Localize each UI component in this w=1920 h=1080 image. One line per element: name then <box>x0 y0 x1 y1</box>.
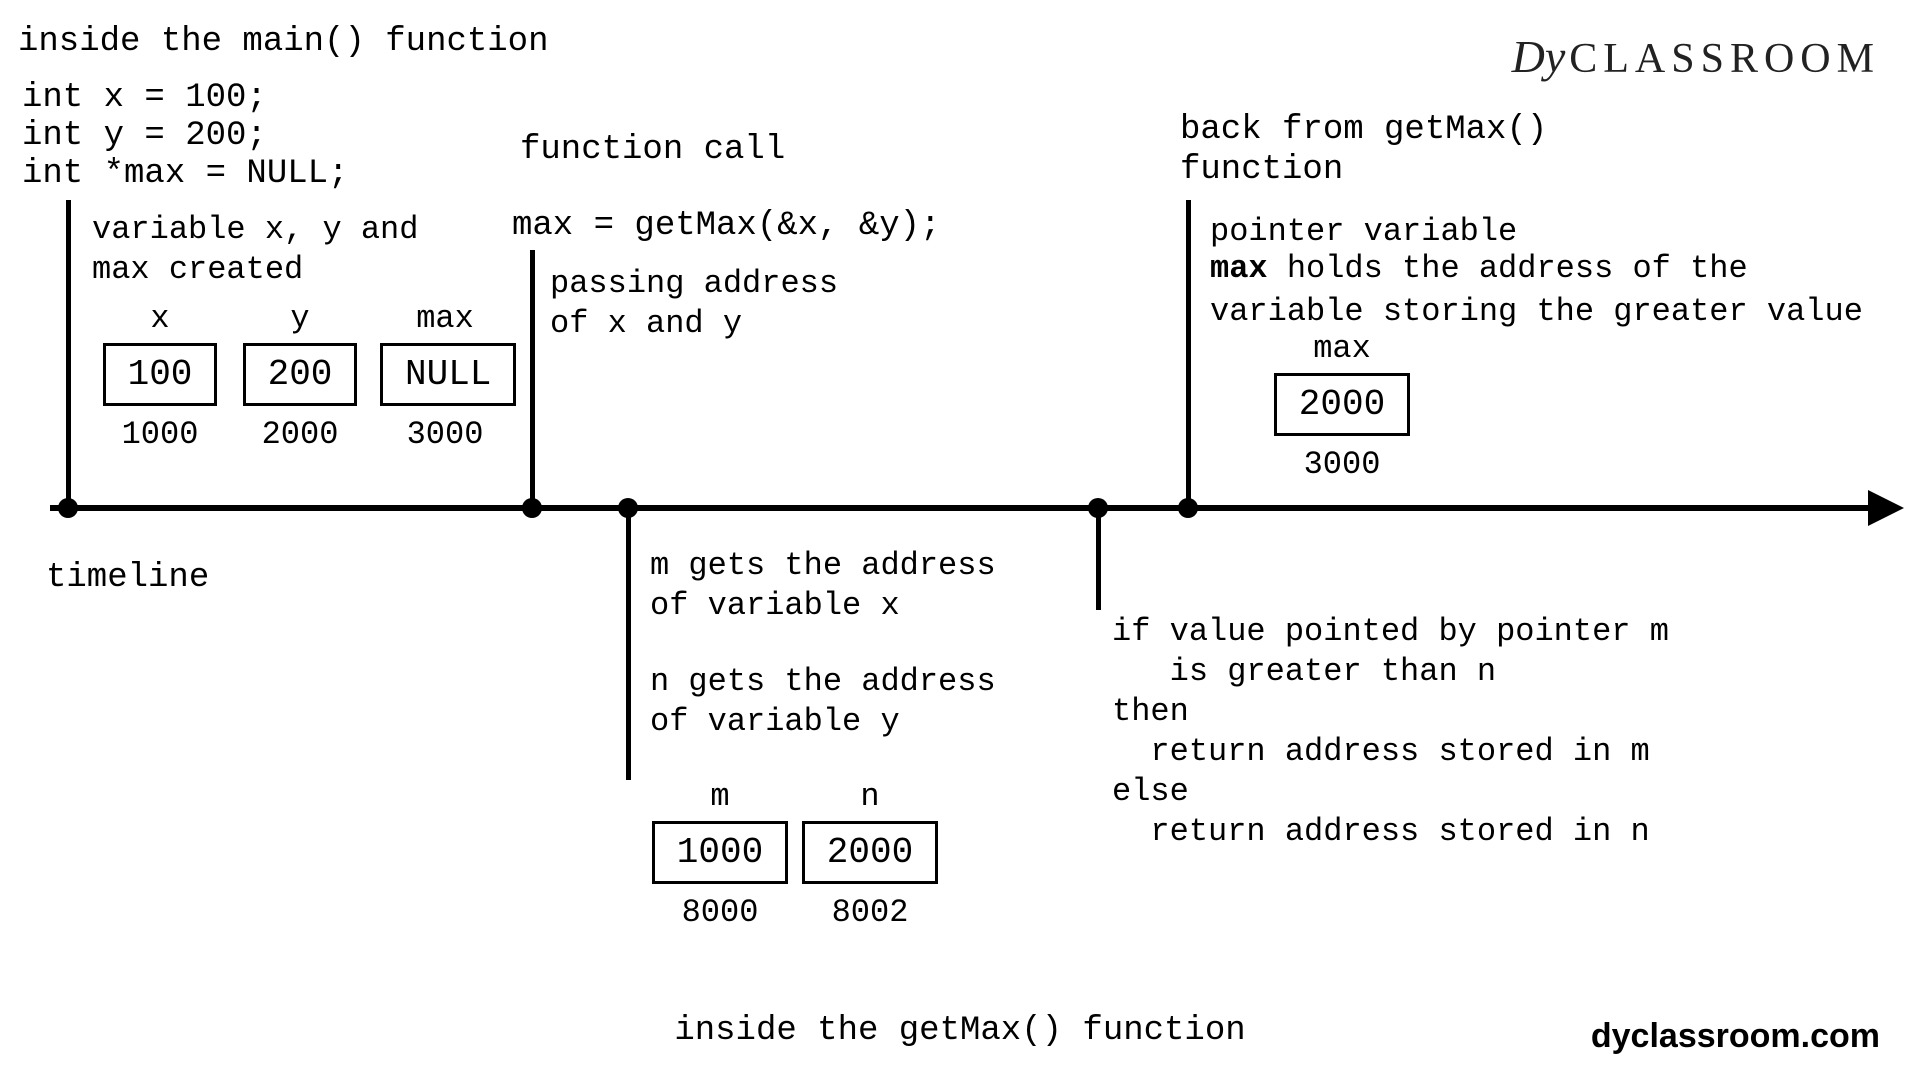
timeline-axis <box>50 505 1870 511</box>
event5-title-l2: function <box>1180 148 1343 194</box>
event3-l3: n gets the address <box>650 660 996 703</box>
event1-caption-l1: variable x, y and <box>92 208 418 251</box>
timeline-stub-4-down <box>1096 510 1101 610</box>
brand-logo: DyCLASSROOM <box>1512 30 1880 83</box>
event5-note-l2: max holds the address of the <box>1210 250 1748 287</box>
event3-l2: of variable x <box>650 584 900 627</box>
event4-l3: then <box>1112 690 1189 733</box>
var-y-addr: 2000 <box>240 416 360 453</box>
var-n: n 2000 8002 <box>800 778 940 931</box>
event2-note-l1: passing address <box>550 262 838 305</box>
var-max: max NULL 3000 <box>380 300 510 453</box>
var-max-addr: 3000 <box>380 416 510 453</box>
var-max-after: max 2000 3000 <box>1272 330 1412 483</box>
event2-title: function call <box>520 128 785 174</box>
timeline-stub-3-down <box>626 510 631 780</box>
var-max-after-addr: 3000 <box>1272 446 1412 483</box>
var-x: x 100 1000 <box>100 300 220 453</box>
event5-note-l1: pointer variable <box>1210 210 1517 253</box>
var-x-value: 100 <box>103 343 218 406</box>
brand-logo-text: CLASSROOM <box>1569 36 1880 82</box>
var-m-addr: 8000 <box>650 894 790 931</box>
timeline-label: timeline <box>46 556 209 602</box>
var-max-name: max <box>380 300 510 337</box>
var-max-value: NULL <box>380 343 516 406</box>
var-m: m 1000 8000 <box>650 778 790 931</box>
var-x-addr: 1000 <box>100 416 220 453</box>
event3-l1: m gets the address <box>650 544 996 587</box>
timeline-stub-5-up <box>1186 200 1191 506</box>
event2-call: max = getMax(&x, &y); <box>512 204 940 250</box>
timeline-arrowhead <box>1868 490 1904 526</box>
event4-l2: is greater than n <box>1112 650 1496 693</box>
var-y: y 200 2000 <box>240 300 360 453</box>
var-max-after-name: max <box>1272 330 1412 367</box>
event5-note-l2-bold: max <box>1210 250 1268 287</box>
event4-l1: if value pointed by pointer m <box>1112 610 1669 653</box>
var-m-value: 1000 <box>652 821 788 884</box>
brand-logo-script: Dy <box>1512 31 1566 82</box>
site-credit: dyclassroom.com <box>1591 1017 1880 1056</box>
timeline-stub-2-up <box>530 250 535 506</box>
code-line-3: int *max = NULL; <box>22 152 348 198</box>
var-y-value: 200 <box>243 343 358 406</box>
event4-l4: return address stored in m <box>1112 730 1650 773</box>
var-x-name: x <box>100 300 220 337</box>
var-m-name: m <box>650 778 790 815</box>
var-n-name: n <box>800 778 940 815</box>
var-n-addr: 8002 <box>800 894 940 931</box>
var-y-name: y <box>240 300 360 337</box>
event5-note-l2-rest: holds the address of the <box>1268 250 1748 287</box>
event1-caption-l2: max created <box>92 248 303 291</box>
event3-l4: of variable y <box>650 700 900 743</box>
timeline-stub-1-up <box>66 200 71 506</box>
event4-l5: else <box>1112 770 1189 813</box>
var-max-after-value: 2000 <box>1274 373 1410 436</box>
section-title-main: inside the main() function <box>18 20 549 66</box>
event5-note-l3: variable storing the greater value <box>1210 290 1863 333</box>
event5-title-l1: back from getMax() <box>1180 108 1547 154</box>
event4-l6: return address stored in n <box>1112 810 1650 853</box>
event2-note-l2: of x and y <box>550 302 742 345</box>
var-n-value: 2000 <box>802 821 938 884</box>
